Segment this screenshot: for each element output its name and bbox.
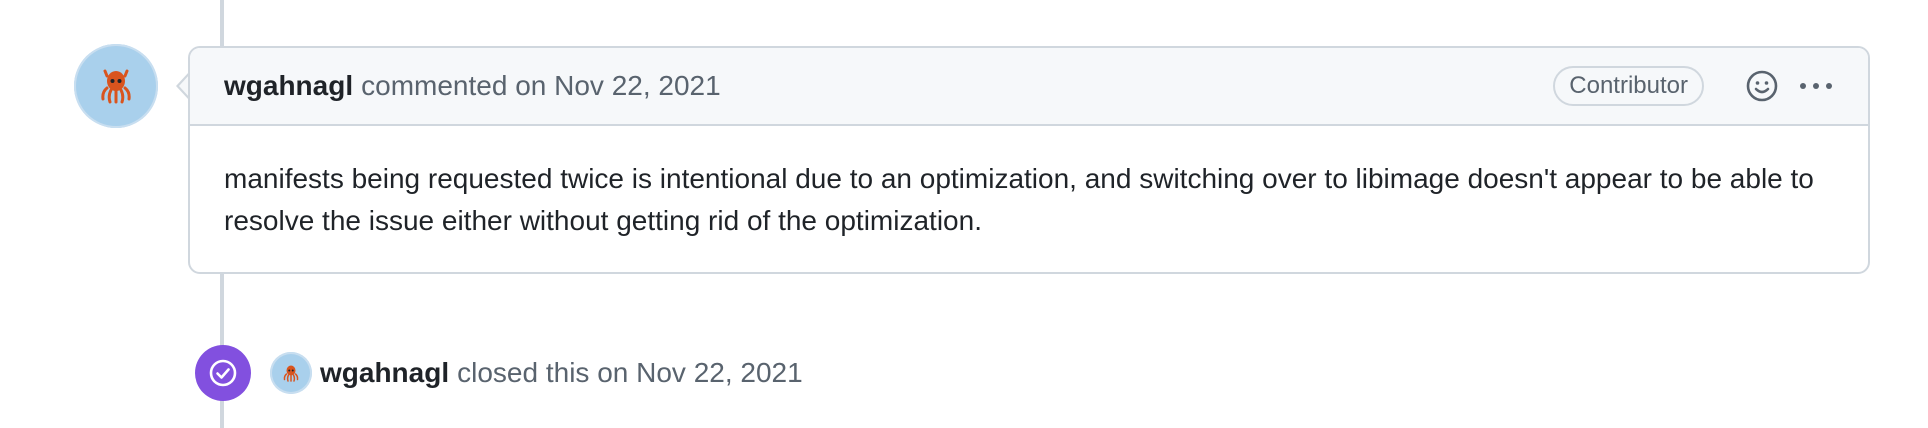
comment-header: wgahnagl commented on Nov 22, 2021 Contr… [190, 48, 1868, 126]
smiley-icon [1746, 70, 1778, 102]
octocat-avatar-icon [101, 69, 131, 104]
kebab-horizontal-icon [1800, 83, 1832, 89]
comment-author-avatar[interactable] [74, 44, 158, 128]
event-author-link[interactable]: wgahnagl [320, 357, 449, 389]
comment-options-button[interactable] [1796, 66, 1836, 106]
closed-event-badge [195, 345, 251, 401]
octocat-avatar-icon [283, 365, 299, 382]
contributor-badge: Contributor [1553, 66, 1704, 106]
closed-event-text: wgahnagl closed this on Nov 22, 2021 [320, 352, 803, 394]
comment-timestamp[interactable]: commented on Nov 22, 2021 [361, 70, 721, 102]
add-reaction-button[interactable] [1742, 66, 1782, 106]
event-timestamp[interactable]: closed this on Nov 22, 2021 [457, 357, 803, 389]
issue-closed-icon [209, 359, 237, 387]
comment-body: manifests being requested twice is inten… [224, 163, 1814, 236]
comment-card: wgahnagl commented on Nov 22, 2021 Contr… [188, 46, 1870, 274]
comment-author-link[interactable]: wgahnagl [224, 70, 353, 102]
event-author-avatar[interactable] [270, 352, 312, 394]
issue-timeline: wgahnagl commented on Nov 22, 2021 Contr… [0, 0, 1928, 428]
